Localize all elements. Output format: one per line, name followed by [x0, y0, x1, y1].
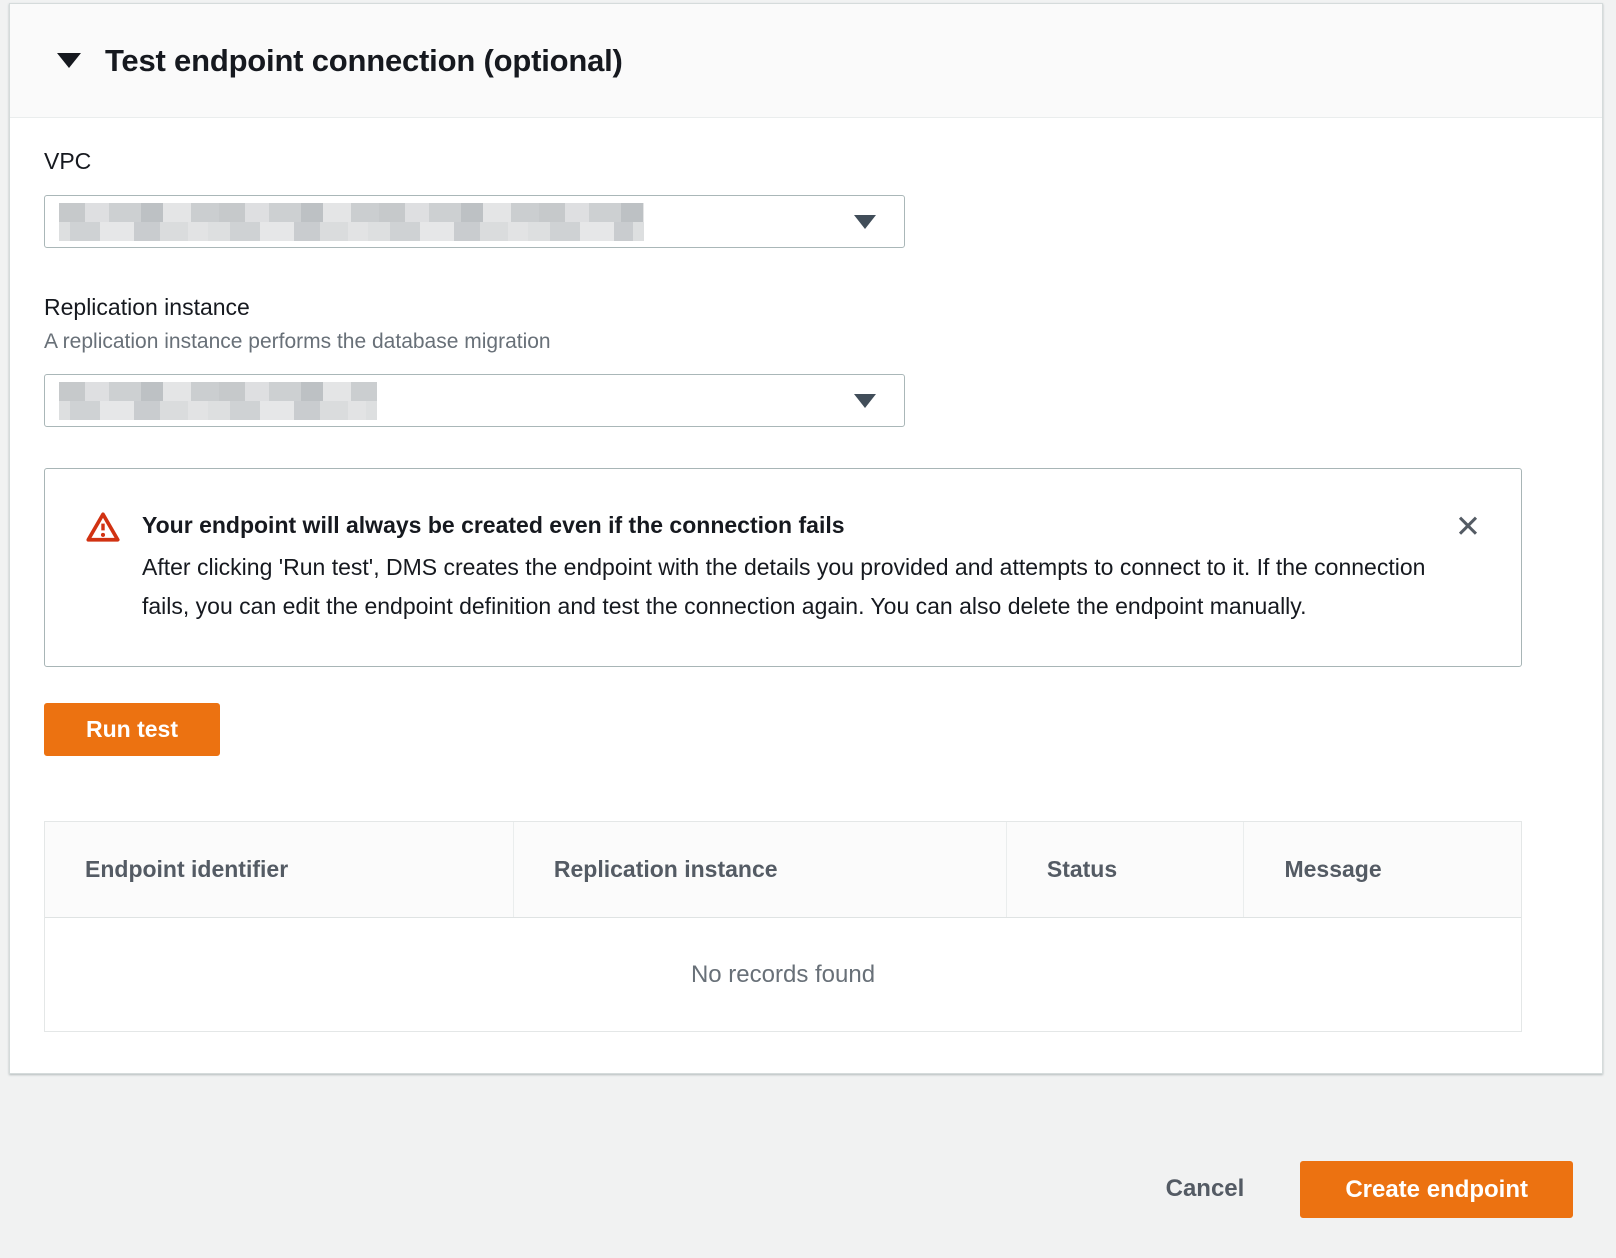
- chevron-down-icon: [854, 215, 876, 229]
- warning-triangle-icon: [86, 509, 120, 626]
- replication-instance-label: Replication instance: [44, 294, 1530, 321]
- create-endpoint-button[interactable]: Create endpoint: [1300, 1161, 1573, 1218]
- warning-alert: Your endpoint will always be created eve…: [44, 468, 1522, 667]
- panel-header[interactable]: Test endpoint connection (optional): [10, 4, 1602, 118]
- alert-title: Your endpoint will always be created eve…: [142, 509, 1431, 541]
- close-icon[interactable]: ✕: [1455, 511, 1481, 542]
- test-results-table: Endpoint identifier Replication instance…: [44, 821, 1522, 1032]
- panel-body: VPC Replication instance A replication i…: [10, 118, 1602, 1073]
- column-header-status: Status: [1006, 822, 1244, 917]
- cancel-button[interactable]: Cancel: [1166, 1175, 1245, 1203]
- replication-instance-field: Replication instance A replication insta…: [44, 294, 1530, 427]
- collapse-triangle-icon[interactable]: [57, 53, 81, 68]
- table-header-row: Endpoint identifier Replication instance…: [45, 822, 1521, 918]
- panel-title: Test endpoint connection (optional): [105, 43, 623, 79]
- vpc-selected-value-redacted: [59, 203, 644, 241]
- alert-content: Your endpoint will always be created eve…: [142, 509, 1431, 626]
- run-test-button[interactable]: Run test: [44, 703, 220, 756]
- vpc-select[interactable]: [44, 195, 905, 248]
- vpc-label: VPC: [44, 148, 1530, 175]
- replication-instance-select[interactable]: [44, 374, 905, 427]
- chevron-down-icon: [854, 394, 876, 408]
- vpc-field: VPC: [44, 148, 1530, 248]
- replication-instance-description: A replication instance performs the data…: [44, 330, 1530, 354]
- alert-body: After clicking 'Run test', DMS creates t…: [142, 548, 1431, 626]
- footer-actions: Cancel Create endpoint: [0, 1102, 1616, 1258]
- column-header-endpoint-identifier: Endpoint identifier: [45, 822, 513, 917]
- test-endpoint-panel: Test endpoint connection (optional) VPC …: [9, 3, 1603, 1074]
- empty-state-text: No records found: [45, 918, 1521, 1031]
- column-header-replication-instance: Replication instance: [513, 822, 1006, 917]
- replication-instance-selected-value-redacted: [59, 382, 377, 420]
- column-header-message: Message: [1243, 822, 1520, 917]
